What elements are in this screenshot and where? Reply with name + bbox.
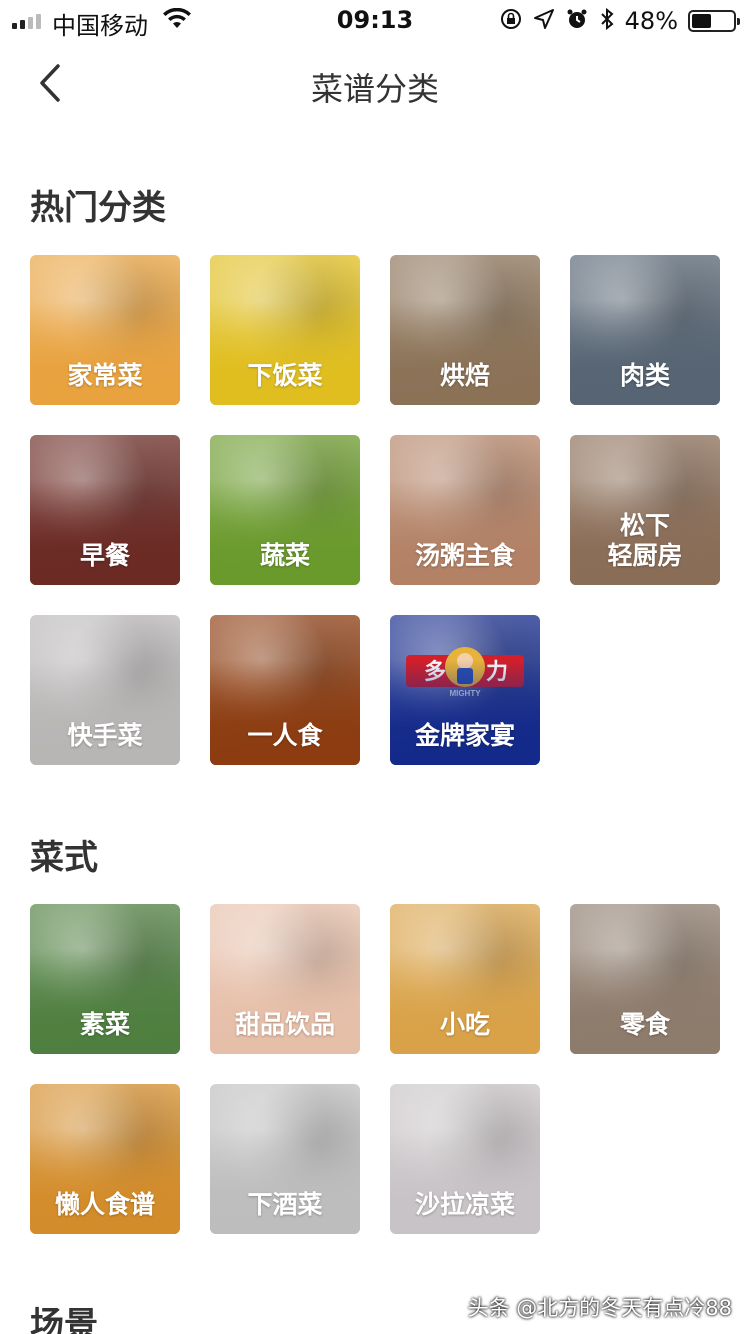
alarm-icon xyxy=(565,7,589,35)
category-tile[interactable]: 沙拉凉菜 xyxy=(390,1084,540,1234)
category-tile[interactable]: 下饭菜 xyxy=(210,255,360,405)
category-label: 蔬菜 xyxy=(259,541,310,570)
bluetooth-icon xyxy=(599,7,615,35)
category-label: 金牌家宴 xyxy=(414,721,515,750)
category-label: 快手菜 xyxy=(67,721,143,750)
category-label: 一人食 xyxy=(247,721,323,750)
category-label: 烘焙 xyxy=(439,361,490,390)
category-tile[interactable]: 素菜 xyxy=(30,904,180,1054)
battery-percent: 48% xyxy=(624,7,678,35)
category-label: 懒人食谱 xyxy=(54,1190,155,1219)
category-tile[interactable]: 小吃 xyxy=(390,904,540,1054)
category-tile[interactable]: 零食 xyxy=(570,904,720,1054)
category-label: 肉类 xyxy=(619,361,670,390)
status-bar: 中国移动 09:13 48% xyxy=(0,0,750,40)
category-tile[interactable]: 家常菜 xyxy=(30,255,180,405)
page-title: 菜谱分类 xyxy=(310,70,439,108)
category-label: 早餐 xyxy=(79,541,130,570)
category-tile[interactable]: 松下 轻厨房 xyxy=(570,435,720,585)
category-label: 下饭菜 xyxy=(247,361,323,390)
category-label: 松下 轻厨房 xyxy=(607,511,683,570)
category-label: 素菜 xyxy=(79,1010,130,1039)
section-title-hot: 热门分类 xyxy=(30,188,166,228)
category-tile[interactable]: 一人食 xyxy=(210,615,360,765)
category-tile[interactable]: 懒人食谱 xyxy=(30,1084,180,1234)
battery-icon xyxy=(688,10,740,32)
category-tile[interactable]: 甜品饮品 xyxy=(210,904,360,1054)
nav-bar: 菜谱分类 xyxy=(0,40,750,128)
category-tile[interactable]: 烘焙 xyxy=(390,255,540,405)
category-tile[interactable]: 早餐 xyxy=(30,435,180,585)
category-label: 甜品饮品 xyxy=(234,1010,335,1039)
category-tile[interactable]: 下酒菜 xyxy=(210,1084,360,1234)
category-label: 零食 xyxy=(619,1010,670,1039)
category-tile[interactable]: 汤粥主食 xyxy=(390,435,540,585)
category-tile[interactable]: 肉类 xyxy=(570,255,720,405)
category-label: 下酒菜 xyxy=(247,1190,323,1219)
category-label: 沙拉凉菜 xyxy=(414,1190,515,1219)
watermark: 头条 @北方的冬天有点冷88 xyxy=(467,1296,732,1320)
category-label: 汤粥主食 xyxy=(414,541,515,570)
category-label: 家常菜 xyxy=(67,361,143,390)
category-tile[interactable]: 快手菜 xyxy=(30,615,180,765)
orientation-lock-icon xyxy=(499,7,523,35)
section-title-style: 菜式 xyxy=(30,838,98,878)
category-tile[interactable]: 多力MIGHTY金牌家宴 xyxy=(390,615,540,765)
location-icon xyxy=(533,8,555,34)
category-label: 小吃 xyxy=(439,1010,490,1039)
section-title-scene: 场景 xyxy=(30,1305,98,1334)
category-tile[interactable]: 蔬菜 xyxy=(210,435,360,585)
